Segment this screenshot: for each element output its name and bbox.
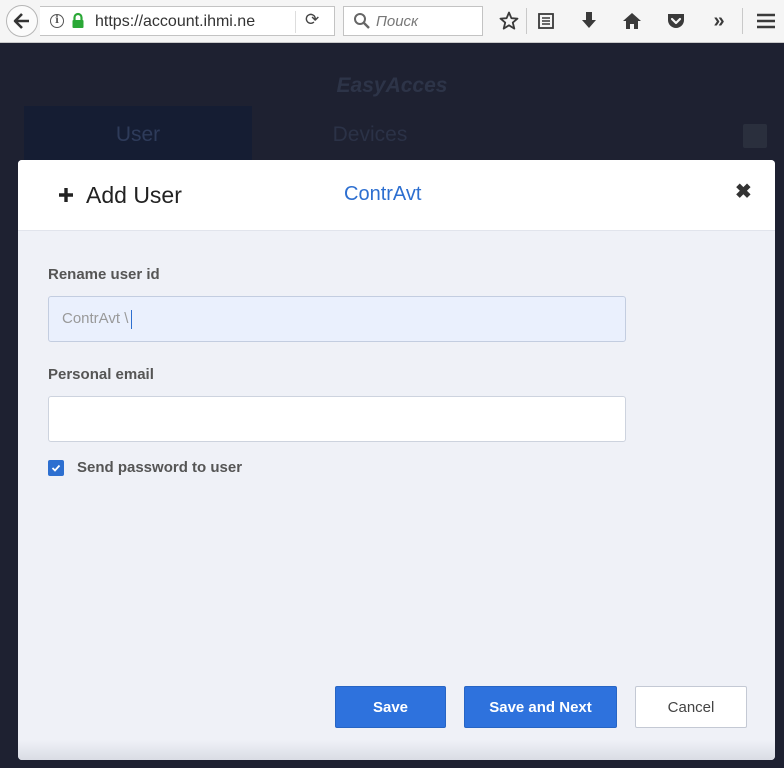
send-password-checkbox[interactable] — [48, 460, 64, 476]
url-divider — [295, 11, 296, 33]
search-placeholder: Поиск — [376, 13, 419, 30]
overflow-chevron-icon[interactable]: » — [707, 8, 731, 34]
plus-icon — [59, 188, 73, 202]
cancel-button[interactable]: Cancel — [635, 686, 747, 728]
rename-user-id-value: ContrAvt \ — [62, 310, 129, 327]
tab-devices[interactable]: Devices — [270, 106, 470, 160]
reload-icon[interactable]: ⟳ — [305, 10, 319, 30]
search-icon — [354, 13, 370, 29]
app-title: EasyAcces — [336, 74, 448, 97]
modal-title: Add User — [86, 182, 182, 208]
checkmark-icon — [51, 464, 61, 472]
save-and-next-button[interactable]: Save and Next — [464, 686, 617, 728]
text-caret — [131, 309, 133, 329]
back-button[interactable] — [6, 5, 38, 37]
hamburger-menu-icon[interactable] — [754, 8, 778, 34]
save-button[interactable]: Save — [335, 686, 446, 728]
send-password-label: Send password to user — [77, 459, 243, 476]
rename-user-id-label: Rename user id — [48, 266, 160, 283]
back-arrow-icon — [13, 13, 29, 29]
browser-toolbar: i https://account.ihmi.ne ⟳ Поиск » — [0, 0, 784, 43]
reading-list-icon[interactable] — [534, 8, 558, 34]
download-icon[interactable] — [577, 8, 601, 34]
search-bar[interactable]: Поиск — [343, 6, 483, 36]
modal-user-name: ContrAvt — [344, 183, 422, 205]
close-icon[interactable]: ✖ — [735, 179, 752, 204]
url-bar[interactable]: i https://account.ihmi.ne ⟳ — [40, 6, 335, 36]
personal-email-input[interactable] — [48, 396, 626, 442]
avatar[interactable] — [743, 124, 767, 148]
url-text[interactable]: https://account.ihmi.ne — [95, 13, 302, 31]
add-user-modal: Add User ContrAvt ✖ Rename user id Contr… — [18, 160, 775, 760]
pocket-icon[interactable] — [664, 8, 688, 34]
info-icon[interactable]: i — [50, 14, 64, 28]
tab-user[interactable]: User — [24, 106, 252, 160]
modal-footer-shade — [18, 740, 775, 760]
lock-icon — [72, 12, 84, 28]
modal-header: Add User ContrAvt ✖ — [18, 160, 775, 231]
toolbar-divider — [526, 8, 527, 34]
rename-user-id-input[interactable]: ContrAvt \ — [48, 296, 626, 342]
home-icon[interactable] — [620, 8, 644, 34]
personal-email-label: Personal email — [48, 366, 154, 383]
toolbar-divider — [742, 8, 743, 34]
star-icon[interactable] — [497, 8, 521, 34]
